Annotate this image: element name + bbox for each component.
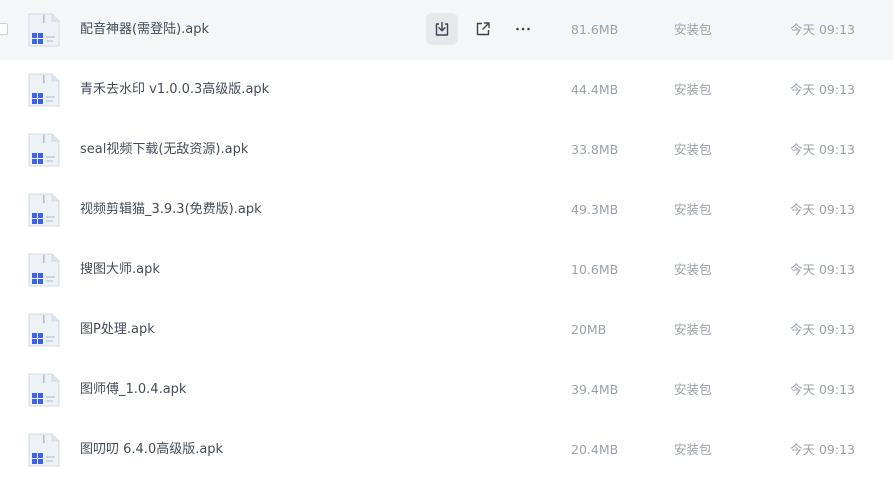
file-row[interactable]: 配音神器(需登陆).apk 81.6MB 安装包 今天 09:13 xyxy=(0,0,893,60)
file-row[interactable]: seal视频下载(无敌资源).apk 33.8MB 安装包 今天 09:13 xyxy=(0,120,893,180)
file-size: 20MB xyxy=(571,322,607,337)
file-type: 安装包 xyxy=(674,202,712,217)
file-type: 安装包 xyxy=(674,322,712,337)
file-time: 今天 09:13 xyxy=(790,382,855,397)
download-icon xyxy=(435,21,449,36)
file-size: 81.6MB xyxy=(571,22,619,37)
apk-file-icon xyxy=(28,313,60,347)
apk-file-icon xyxy=(28,433,60,467)
file-row[interactable]: 图师傅_1.0.4.apk 39.4MB 安装包 今天 09:13 xyxy=(0,360,893,420)
file-type: 安装包 xyxy=(674,442,712,457)
file-name[interactable]: 图叨叨 6.4.0高级版.apk xyxy=(80,420,223,480)
apk-file-icon xyxy=(28,253,60,287)
apk-file-icon xyxy=(28,193,60,227)
file-time: 今天 09:13 xyxy=(790,442,855,457)
download-button[interactable] xyxy=(426,13,458,45)
file-size: 39.4MB xyxy=(571,382,619,397)
row-checkbox[interactable] xyxy=(0,23,8,35)
file-name[interactable]: 视频剪辑猫_3.9.3(免费版).apk xyxy=(80,180,262,240)
share-button[interactable] xyxy=(467,13,499,45)
file-name[interactable]: 搜图大师.apk xyxy=(80,240,160,300)
file-time: 今天 09:13 xyxy=(790,262,855,277)
apk-file-icon xyxy=(28,73,60,107)
file-row[interactable]: 图P处理.apk 20MB 安装包 今天 09:13 xyxy=(0,300,893,360)
apk-file-icon xyxy=(28,133,60,167)
share-icon xyxy=(476,22,490,36)
file-type: 安装包 xyxy=(674,82,712,97)
file-size: 33.8MB xyxy=(571,142,619,157)
file-row[interactable]: 图叨叨 6.4.0高级版.apk 20.4MB 安装包 今天 09:13 xyxy=(0,420,893,480)
file-time: 今天 09:13 xyxy=(790,142,855,157)
file-size: 49.3MB xyxy=(571,202,619,217)
file-list: 配音神器(需登陆).apk 81.6MB 安装包 今天 09:13 青禾去水印 … xyxy=(0,0,893,480)
file-name[interactable]: 配音神器(需登陆).apk xyxy=(80,0,209,60)
file-size: 20.4MB xyxy=(571,442,619,457)
file-time: 今天 09:13 xyxy=(790,22,855,37)
file-time: 今天 09:13 xyxy=(790,322,855,337)
file-name[interactable]: 青禾去水印 v1.0.0.3高级版.apk xyxy=(80,60,269,120)
file-name[interactable]: 图师傅_1.0.4.apk xyxy=(80,360,186,420)
file-type: 安装包 xyxy=(674,142,712,157)
more-icon xyxy=(516,27,530,31)
more-button[interactable] xyxy=(507,13,539,45)
apk-file-icon xyxy=(28,373,60,407)
file-type: 安装包 xyxy=(674,262,712,277)
file-size: 44.4MB xyxy=(571,82,619,97)
apk-file-icon xyxy=(28,13,60,47)
file-name[interactable]: seal视频下载(无敌资源).apk xyxy=(80,120,248,180)
file-row[interactable]: 视频剪辑猫_3.9.3(免费版).apk 49.3MB 安装包 今天 09:13 xyxy=(0,180,893,240)
file-type: 安装包 xyxy=(674,22,712,37)
file-time: 今天 09:13 xyxy=(790,202,855,217)
file-name[interactable]: 图P处理.apk xyxy=(80,300,155,360)
file-type: 安装包 xyxy=(674,382,712,397)
file-time: 今天 09:13 xyxy=(790,82,855,97)
file-row[interactable]: 青禾去水印 v1.0.0.3高级版.apk 44.4MB 安装包 今天 09:1… xyxy=(0,60,893,120)
file-row[interactable]: 搜图大师.apk 10.6MB 安装包 今天 09:13 xyxy=(0,240,893,300)
file-size: 10.6MB xyxy=(571,262,619,277)
